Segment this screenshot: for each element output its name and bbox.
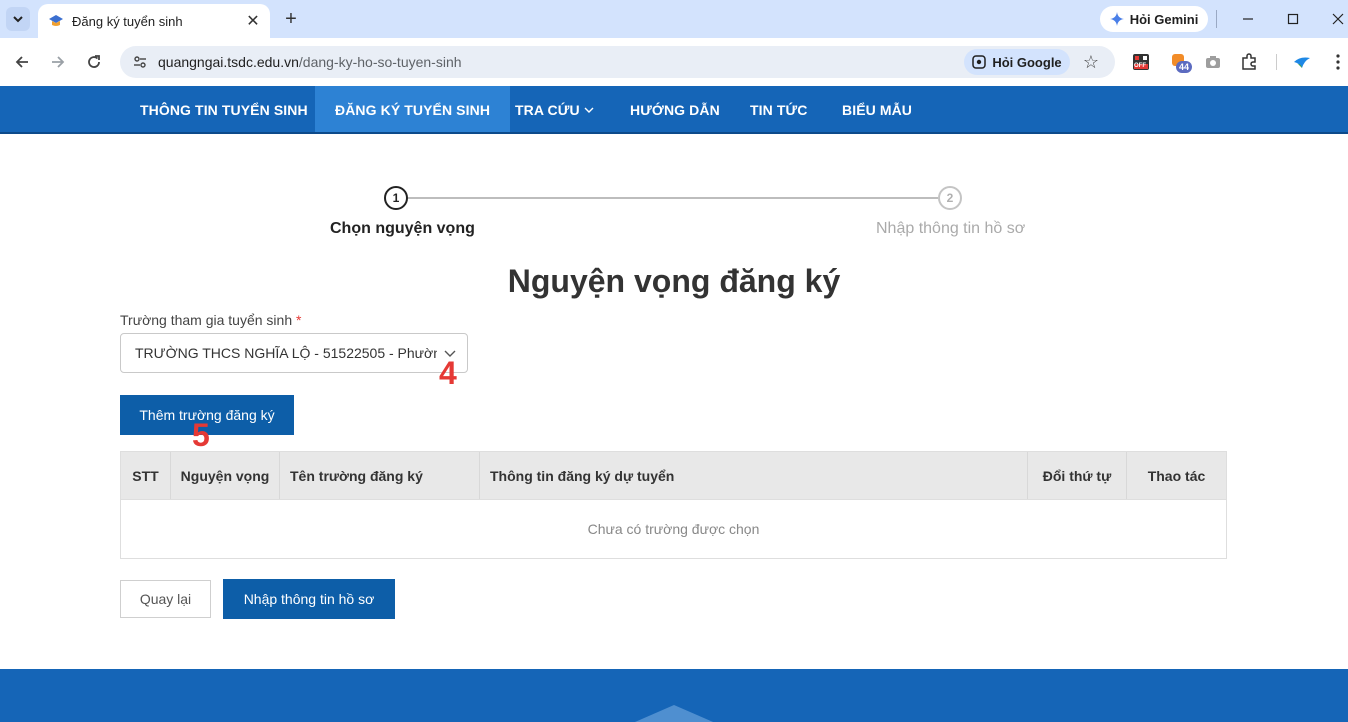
step-2-label: Nhập thông tin hồ sơ (876, 220, 1026, 237)
maximize-icon[interactable] (1281, 7, 1305, 31)
column-header: Thao tác (1147, 467, 1206, 484)
back-button[interactable]: Quay lại (120, 580, 211, 618)
table-header: STT Nguyện vọng Tên trường đăng ký Thông… (121, 452, 1226, 500)
reload-icon[interactable] (83, 51, 105, 73)
column-header: Tên trường đăng ký (280, 452, 480, 499)
more-menu-icon[interactable] (1328, 52, 1348, 72)
nav-dang-ky-tuyen-sinh[interactable]: ĐĂNG KÝ TUYỂN SINH (315, 86, 511, 134)
gemini-button[interactable]: Hỏi Gemini (1100, 6, 1208, 32)
nav-item-label: HƯỚNG DẪN (630, 102, 720, 118)
nav-tra-cuu[interactable]: TRA CỨU (495, 86, 614, 134)
step-1-label: Chọn nguyện vọng (330, 220, 475, 237)
column-header: STT (121, 452, 171, 499)
school-field-label: Trường tham gia tuyển sinh * (120, 312, 301, 328)
school-field-label-text: Trường tham gia tuyển sinh (120, 312, 293, 328)
table-empty-message: Chưa có trường được chọn (121, 500, 1226, 558)
nav-item-label: ĐĂNG KÝ TUYỂN SINH (335, 102, 491, 118)
gemini-sparkle-icon (1109, 12, 1124, 26)
browser-toolbar: quangngai.tsdc.edu.vn/dang-ky-ho-so-tuye… (0, 38, 1348, 86)
tab-search-chevron-icon[interactable] (6, 7, 30, 31)
extension-badge-count: 44 (1176, 61, 1193, 73)
url-path: /dang-ky-ho-so-tuyen-sinh (298, 54, 462, 70)
close-window-icon[interactable] (1326, 7, 1348, 31)
site-settings-icon[interactable] (130, 52, 150, 72)
nav-item-label: THÔNG TIN TUYỂN SINH (140, 102, 308, 118)
annotation-number: 5 (192, 417, 210, 453)
stepper-line (408, 197, 938, 199)
extension-badge-icon[interactable]: 44 (1170, 52, 1193, 73)
nav-item-label: TIN TỨC (750, 102, 808, 118)
page-title: Nguyện vọng đăng ký (507, 263, 841, 299)
tab-title: Đăng ký tuyển sinh (72, 13, 183, 29)
annotation-number: 4 (439, 355, 457, 391)
step-2-circle: 2 (938, 186, 962, 210)
camera-icon[interactable] (1203, 52, 1223, 72)
extension-off-label: OFF (1134, 63, 1146, 69)
nav-item-label: TRA CỨU (515, 102, 580, 118)
banner-strip (0, 132, 1348, 134)
bookmark-star-icon[interactable]: ☆ (1080, 51, 1102, 73)
ask-google-button[interactable]: Hỏi Google (964, 49, 1070, 75)
nav-bieu-mau[interactable]: BIỂU MẪU (822, 86, 932, 134)
nav-huong-dan[interactable]: HƯỚNG DẪN (610, 86, 740, 134)
graduation-cap-icon (49, 15, 63, 26)
nav-item-label: BIỂU MẪU (842, 102, 913, 118)
registration-table: STT Nguyện vọng Tên trường đăng ký Thông… (120, 451, 1227, 559)
minimize-icon[interactable] (1236, 7, 1260, 31)
toolbar-divider (1276, 54, 1277, 70)
lens-icon (972, 55, 987, 69)
browser-tab-strip: Đăng ký tuyển sinh ✕ + Hỏi Gemini (0, 0, 1348, 38)
new-tab-plus-icon[interactable]: + (280, 8, 302, 30)
browser-tab[interactable]: Đăng ký tuyển sinh ✕ (38, 4, 270, 38)
school-select-value: TRƯỜNG THCS NGHĨA LỘ - 51522505 - Phường… (135, 345, 437, 361)
extension-off-icon[interactable]: OFF (1131, 52, 1151, 72)
column-header: Đổi thứ tự (1028, 452, 1127, 499)
column-header: Thông tin đăng ký dự tuyển (480, 452, 1028, 499)
site-navigation: THÔNG TIN TUYỂN SINH ĐĂNG KÝ TUYỂN SINH … (0, 86, 1348, 134)
step-1-circle: 1 (384, 186, 408, 210)
url-host: quangngai.tsdc.edu.vn (158, 54, 299, 70)
chevron-down-icon (584, 107, 594, 113)
footer (0, 669, 1348, 722)
column-header: Nguyện vọng (171, 452, 280, 499)
close-tab-icon[interactable]: ✕ (244, 12, 262, 30)
footer-logo-shape (628, 705, 720, 722)
extensions-puzzle-icon[interactable] (1239, 52, 1259, 72)
required-mark: * (296, 312, 302, 328)
nav-tin-tuc[interactable]: TIN TỨC (730, 86, 827, 134)
nav-thong-tin-tuyen-sinh[interactable]: THÔNG TIN TUYỂN SINH (120, 86, 328, 134)
back-arrow-icon[interactable] (11, 51, 33, 73)
school-select[interactable]: TRƯỜNG THCS NGHĨA LỘ - 51522505 - Phường… (120, 333, 468, 373)
forward-arrow-icon[interactable] (47, 51, 69, 73)
gemini-label: Hỏi Gemini (1129, 11, 1199, 27)
profile-bird-icon[interactable] (1292, 52, 1312, 72)
url-text: quangngai.tsdc.edu.vn/dang-ky-ho-so-tuye… (158, 54, 462, 70)
divider (1216, 10, 1217, 28)
next-step-button[interactable]: Nhập thông tin hồ sơ (223, 579, 395, 619)
address-bar[interactable]: quangngai.tsdc.edu.vn/dang-ky-ho-so-tuye… (120, 46, 1115, 78)
ask-google-label: Hỏi Google (992, 54, 1062, 70)
